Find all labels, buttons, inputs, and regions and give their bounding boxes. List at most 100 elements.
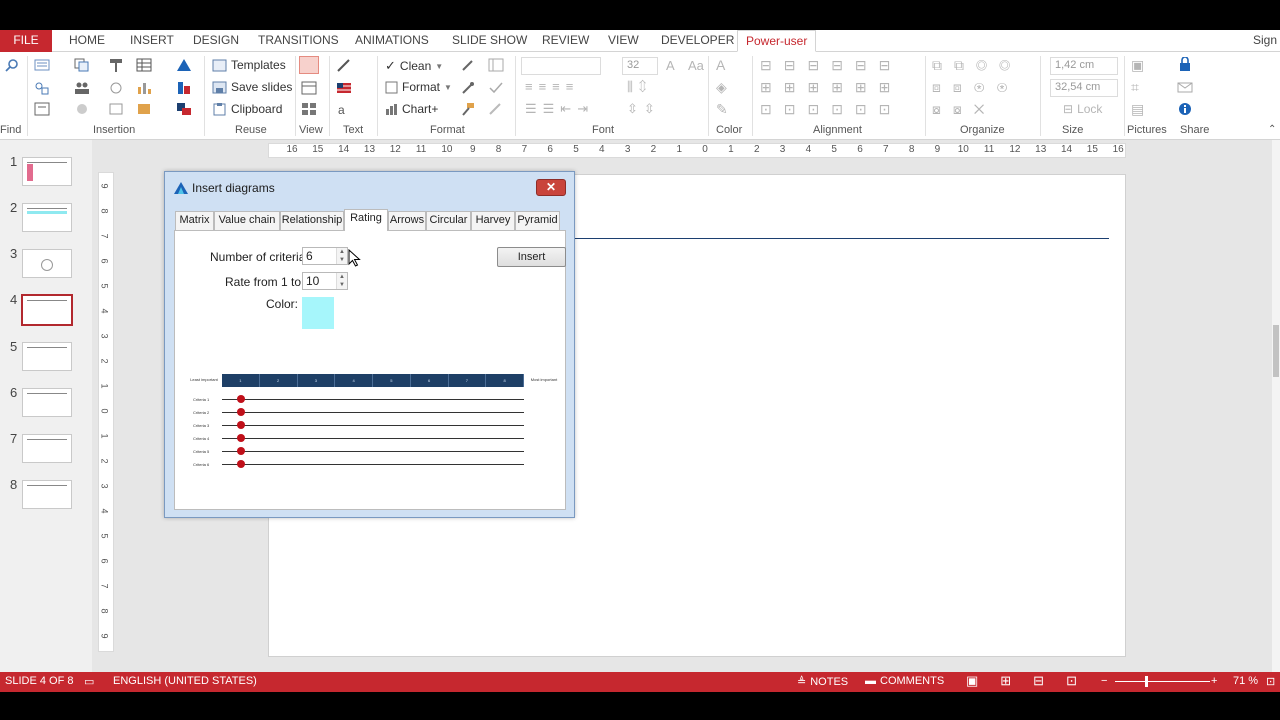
sign-icon[interactable] xyxy=(108,58,124,72)
sticky-icon[interactable] xyxy=(74,102,90,116)
shape-icon[interactable] xyxy=(34,58,50,72)
language-indicator[interactable]: ENGLISH (UNITED STATES) xyxy=(113,675,257,687)
tab-harvey[interactable]: Harvey xyxy=(471,211,515,230)
textbox-icon[interactable] xyxy=(34,102,50,116)
spacing-buttons[interactable]: ⇳⇳ xyxy=(627,101,661,117)
line-color-icon[interactable]: ✎ xyxy=(716,101,728,118)
tab-pyramid[interactable]: Pyramid xyxy=(515,211,560,230)
paragraph-buttons[interactable]: ⫼⇕ xyxy=(627,79,652,95)
font-size-input[interactable]: 32 xyxy=(622,57,658,75)
search-icon[interactable] xyxy=(4,58,20,72)
collapse-ribbon-icon[interactable]: ⌃ xyxy=(1268,124,1276,135)
tab-animations[interactable]: ANIMATIONS xyxy=(355,30,429,52)
close-button[interactable]: ✕ xyxy=(536,179,566,196)
slide-thumbnail-6[interactable] xyxy=(22,388,72,417)
flag-us-icon[interactable] xyxy=(336,81,352,95)
align-row-3[interactable]: ⊡⊡⊡⊡⊡⊡ xyxy=(760,101,902,118)
sign-in-link[interactable]: Sign xyxy=(1253,30,1277,52)
wand-icon[interactable] xyxy=(488,102,504,116)
tab-value-chain[interactable]: Value chain xyxy=(214,211,280,230)
eyedropper-icon[interactable] xyxy=(460,58,476,72)
tab-review[interactable]: REVIEW xyxy=(542,30,589,52)
align-row-2[interactable]: ⊞⊞⊞⊞⊞⊞ xyxy=(760,79,902,96)
clean-button[interactable]: ✓ Clean ▼ xyxy=(385,58,443,74)
height-input[interactable]: 32,54 cm xyxy=(1050,79,1118,97)
width-input[interactable]: 1,42 cm xyxy=(1050,57,1118,75)
grow-font-icon[interactable]: A xyxy=(666,58,675,73)
check-format-icon[interactable] xyxy=(488,81,504,95)
font-style-buttons[interactable]: ≡≡≡≡ xyxy=(525,79,579,94)
picture-format-icon[interactable]: ▤ xyxy=(1131,101,1144,118)
organize-row-3[interactable]: ⧇⧇✕ xyxy=(932,101,996,118)
horizontal-ruler[interactable]: 16 15 14 13 12 11 10 9 8 7 6 5 4 3 2 1 0 1 2 3 4 5 6 7 8 9 10 11 12 1… xyxy=(268,143,1126,158)
vertical-ruler[interactable]: 9 8 7 6 5 4 3 2 1 0 1 2 3 4 5 6 7 8 9 xyxy=(98,172,114,652)
spellcheck-icon[interactable]: ▭ xyxy=(84,675,94,688)
slide-thumbnail-5[interactable] xyxy=(22,342,72,371)
mail-icon[interactable] xyxy=(1177,80,1193,94)
text-style-icon[interactable]: a xyxy=(336,102,352,116)
tab-insert[interactable]: INSERT xyxy=(130,30,174,52)
spinner-arrows-icon[interactable]: ▲ ▼ xyxy=(336,248,347,264)
copy-shape-icon[interactable] xyxy=(74,58,90,72)
brush-icon[interactable] xyxy=(460,81,476,95)
font-name-input[interactable] xyxy=(521,57,601,75)
insert-button[interactable]: Insert xyxy=(497,247,566,267)
tab-home[interactable]: HOME xyxy=(69,30,105,52)
rate-spinner[interactable]: 10 ▲ ▼ xyxy=(302,272,348,290)
info-icon[interactable] xyxy=(1177,102,1193,116)
chart-icon[interactable] xyxy=(136,81,152,95)
view-guides-icon[interactable] xyxy=(301,81,317,95)
color-swatch[interactable] xyxy=(302,297,334,329)
view-thumbnails-icon[interactable] xyxy=(301,102,317,116)
font-color-icon[interactable]: A xyxy=(716,57,725,73)
slide-thumbnail-7[interactable] xyxy=(22,434,72,463)
picture-icon[interactable]: ▣ xyxy=(1131,57,1144,74)
tab-slide-show[interactable]: SLIDE SHOW xyxy=(452,30,527,52)
tab-matrix[interactable]: Matrix xyxy=(175,211,214,230)
color-block-icon[interactable] xyxy=(176,102,192,116)
crop-icon[interactable]: ⌗ xyxy=(1131,79,1139,96)
tab-design[interactable]: DESIGN xyxy=(193,30,239,52)
tab-file[interactable]: FILE xyxy=(0,30,52,52)
fill-color-icon[interactable]: ◈ xyxy=(716,79,727,96)
table-icon[interactable] xyxy=(136,58,152,72)
list-buttons[interactable]: ☰☰⇤⇥ xyxy=(525,101,594,117)
layout-icon[interactable] xyxy=(488,58,504,72)
format-button[interactable]: Format ▼ xyxy=(385,80,452,94)
font-case-icon[interactable]: Aa xyxy=(688,58,704,73)
spinner-arrows-icon[interactable]: ▲ ▼ xyxy=(336,273,347,289)
diagram-icon[interactable] xyxy=(34,81,50,95)
save-slides-button[interactable]: Save slides xyxy=(212,80,292,94)
lock-share-icon[interactable] xyxy=(1177,57,1193,71)
tab-power-user[interactable]: Power-user xyxy=(737,30,817,52)
view-grid-button[interactable] xyxy=(299,56,319,74)
tab-rating[interactable]: Rating xyxy=(344,209,388,231)
slide-thumbnail-3[interactable] xyxy=(22,249,72,278)
organize-row-1[interactable]: ⧉⧉◎◎ xyxy=(932,57,1022,74)
zoom-level[interactable]: 71 % xyxy=(1233,675,1258,687)
slide-thumbnail-8[interactable] xyxy=(22,480,72,509)
slide-thumbnail-2[interactable] xyxy=(22,203,72,232)
tab-view[interactable]: VIEW xyxy=(608,30,639,52)
tab-arrows[interactable]: Arrows xyxy=(388,211,426,230)
align-row-1[interactable]: ⊟⊟⊟⊟⊟⊟ xyxy=(760,57,902,74)
criteria-spinner[interactable]: 6 ▲ ▼ xyxy=(302,247,348,265)
tab-developer[interactable]: DEVELOPER xyxy=(661,30,734,52)
zoom-out-icon[interactable]: − xyxy=(1101,675,1107,687)
flag-icon[interactable] xyxy=(176,81,192,95)
note-icon[interactable] xyxy=(136,102,152,116)
comments-button[interactable]: ▬ COMMENTS xyxy=(865,675,944,687)
vertical-scrollbar[interactable] xyxy=(1272,140,1280,672)
tab-transitions[interactable]: TRANSITIONS xyxy=(258,30,339,52)
view-mode-buttons[interactable]: ▣⊞⊟⊡ xyxy=(966,673,1099,689)
people-icon[interactable] xyxy=(74,81,90,95)
templates-button[interactable]: Templates xyxy=(212,58,286,72)
tab-circular[interactable]: Circular xyxy=(426,211,471,230)
slide-thumbnail-1[interactable] xyxy=(22,157,72,186)
organize-row-2[interactable]: ⧈⧈⊛⊛ xyxy=(932,79,1020,96)
slide-thumbnail-4[interactable] xyxy=(21,294,73,326)
slide-indicator[interactable]: SLIDE 4 OF 8 xyxy=(5,675,73,687)
tab-relationship[interactable]: Relationship xyxy=(280,211,344,230)
zoom-slider[interactable] xyxy=(1115,676,1210,687)
pen-icon[interactable] xyxy=(336,58,352,72)
